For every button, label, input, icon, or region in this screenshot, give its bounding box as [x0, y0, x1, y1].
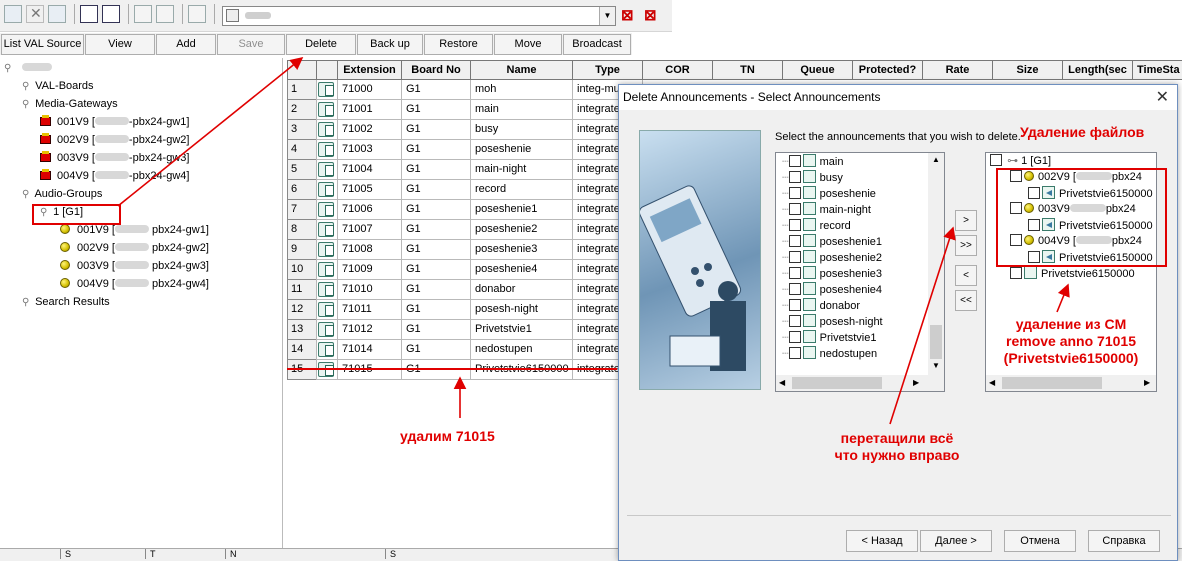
- annotation-remove-cm-line1: удаление из CM: [1015, 316, 1127, 332]
- annotation-delete-files: Удаление файлов: [1020, 124, 1145, 140]
- annotation-remove-cm-line2: remove anno 71015: [1006, 333, 1136, 349]
- annotation-dragged-line1: перетащили всё: [840, 430, 954, 446]
- annotation-remove-cm-line3: (Privetstvie6150000): [1003, 350, 1139, 366]
- annotation-arrows: [117, 56, 1070, 425]
- annotation-delete-ext: удалим 71015: [400, 428, 495, 444]
- annotation-dragged-line2: что нужно вправо: [834, 447, 960, 463]
